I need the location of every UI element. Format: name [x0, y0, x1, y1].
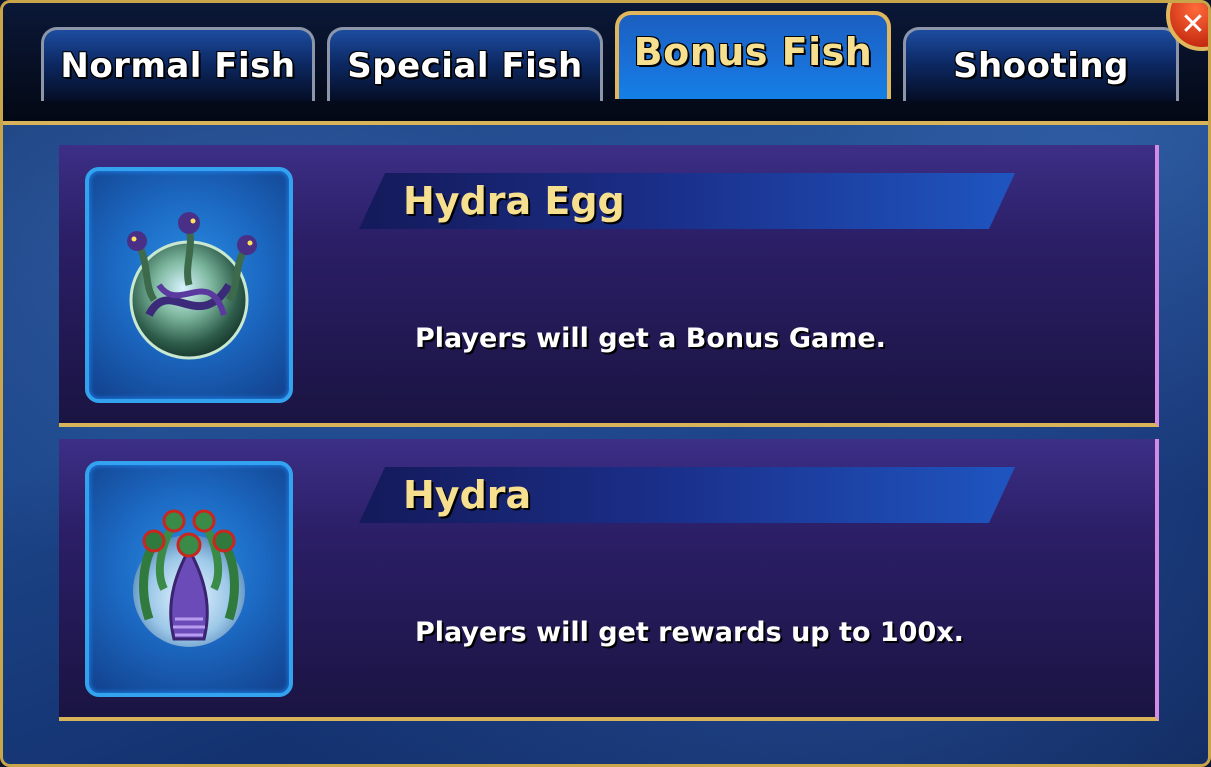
close-icon: ✕	[1180, 6, 1206, 42]
fish-description: Players will get a Bonus Game.	[415, 323, 886, 354]
tab-label: Shooting	[953, 45, 1129, 86]
tab-bonus-fish[interactable]: Bonus Fish	[615, 11, 891, 99]
fish-card-hydra-egg: Hydra Egg Players will get a Bonus Game.	[59, 145, 1159, 427]
fish-thumbnail	[85, 167, 293, 403]
fish-thumbnail	[85, 461, 293, 697]
tab-label: Normal Fish	[60, 45, 296, 86]
tab-normal-fish[interactable]: Normal Fish	[41, 27, 315, 101]
hydra-egg-icon	[127, 212, 257, 360]
tab-special-fish[interactable]: Special Fish	[327, 27, 603, 101]
fish-name: Hydra Egg	[403, 179, 625, 223]
tab-label: Bonus Fish	[633, 30, 873, 74]
tab-shooting[interactable]: Shooting	[903, 27, 1179, 101]
hydra-icon	[133, 509, 245, 647]
tab-label: Special Fish	[347, 45, 583, 86]
tab-bar: Normal Fish Special Fish Bonus Fish Shoo…	[3, 3, 1208, 125]
fish-name: Hydra	[403, 473, 532, 517]
bonus-fish-panel: Normal Fish Special Fish Bonus Fish Shoo…	[0, 0, 1211, 767]
fish-card-hydra: Hydra Players will get rewards up to 100…	[59, 439, 1159, 721]
fish-description: Players will get rewards up to 100x.	[415, 617, 964, 648]
